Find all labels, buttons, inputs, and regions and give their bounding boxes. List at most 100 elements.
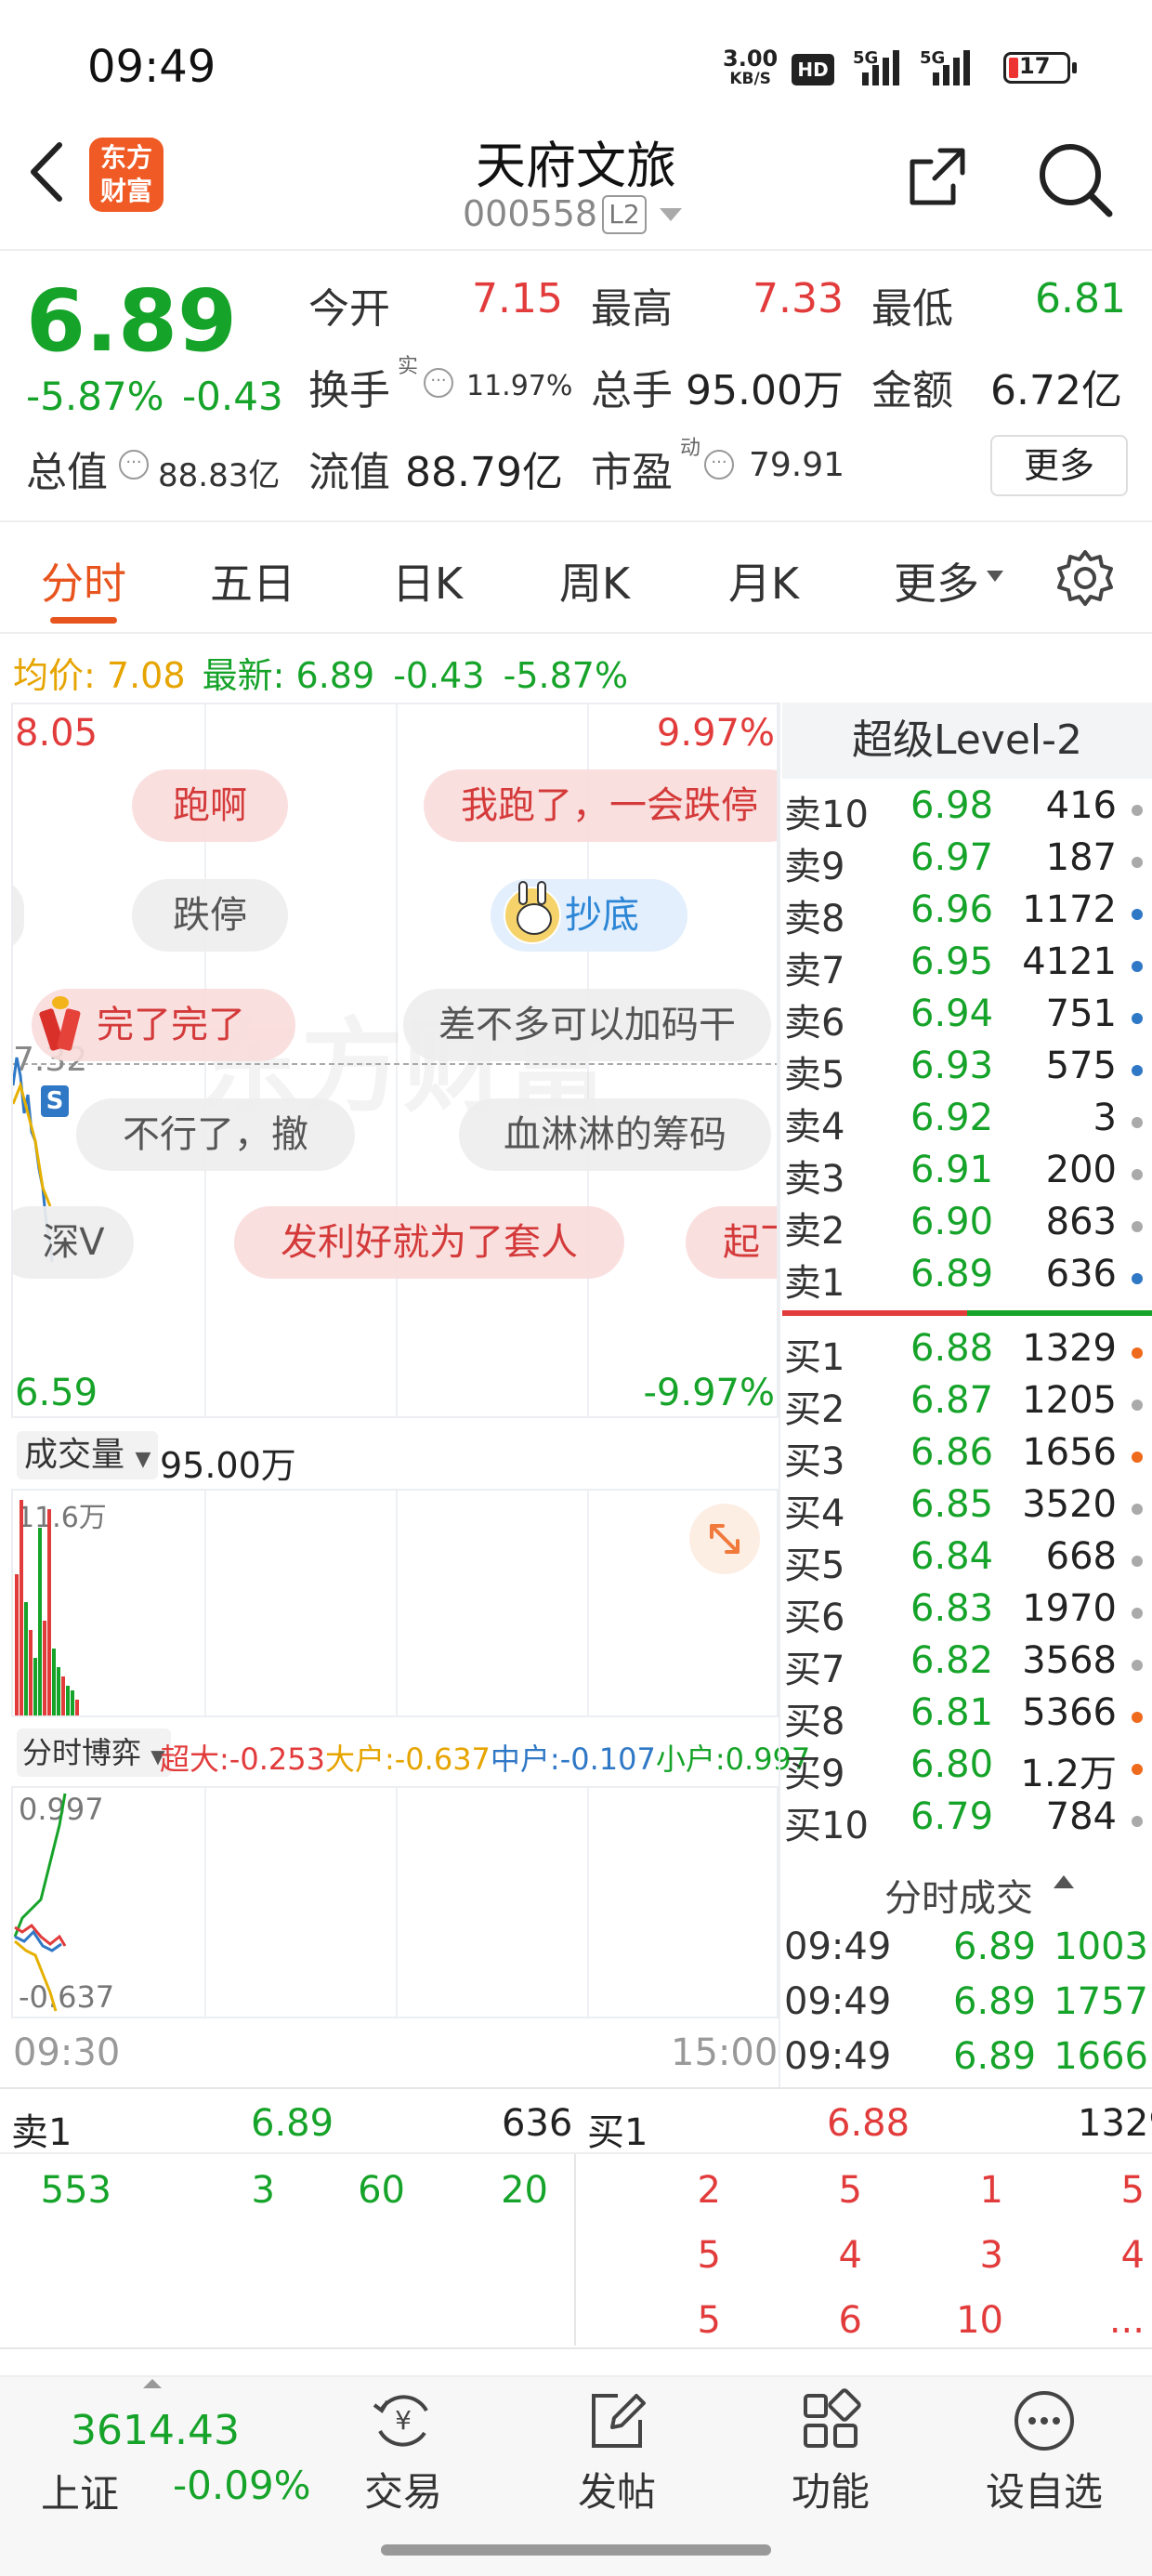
ask-price: 6.93 (910, 1045, 994, 1087)
bid-row[interactable]: 买1 6.88 1329 (782, 1323, 1152, 1379)
bid-price: 6.83 (910, 1587, 994, 1630)
expand-icon[interactable] (689, 1504, 760, 1574)
time-end: 15:00 (671, 2031, 779, 2074)
order-dot-icon (1132, 1816, 1143, 1827)
order-dot-icon (1132, 1452, 1143, 1463)
ask-row[interactable]: 卖10 6.98 416 (782, 781, 1152, 836)
trade-row: 09:49 6.89 1003 (782, 1924, 1152, 1978)
trade-row: 09:49 6.89 1666 (782, 2033, 1152, 2087)
chevron-down-icon[interactable] (660, 208, 682, 221)
ask-price: 6.95 (910, 940, 994, 983)
ask-bid-divider (782, 1310, 1152, 1316)
level2-title-bar[interactable]: 超级Level-2 (782, 703, 1152, 779)
ask-row[interactable]: 卖5 6.93 575 (782, 1041, 1152, 1097)
order-dot-icon (1132, 909, 1143, 920)
bid-row[interactable]: 买4 6.85 3520 (782, 1479, 1152, 1535)
game-chart[interactable]: 0.997 -0.637 (11, 1786, 779, 2018)
trade-price: 6.89 (953, 1925, 1037, 1968)
bid-label: 买5 (784, 1544, 845, 1587)
level2-badge[interactable]: L2 (602, 195, 647, 234)
ask-row[interactable]: 卖7 6.95 4121 (782, 937, 1152, 992)
info-icon[interactable]: ··· (119, 450, 149, 480)
ask-label: 卖10 (784, 794, 869, 836)
nav-functions[interactable]: 功能 (766, 2388, 896, 2517)
bid-volume: 784 (1045, 1795, 1117, 1838)
ask-row[interactable]: 卖1 6.89 636 (782, 1249, 1152, 1305)
tab-more[interactable]: 更多 (881, 550, 992, 611)
bid-row[interactable]: 买10 6.79 784 (782, 1792, 1152, 1847)
trades-header[interactable]: 分时成交 (782, 1849, 1152, 1924)
gear-icon[interactable] (1055, 548, 1115, 608)
bid-queue-order: 10 (956, 2299, 1003, 2342)
comment-bubble[interactable]: 不行了，撤 (76, 1098, 355, 1171)
tab-intraday[interactable]: 分时 (28, 550, 139, 611)
comment-bubble[interactable]: 差不多可以加码干 (403, 989, 771, 1061)
index-name[interactable]: 上证 (41, 2463, 119, 2519)
bid-row[interactable]: 买3 6.86 1656 (782, 1427, 1152, 1483)
bid-row[interactable]: 买8 6.81 5366 (782, 1688, 1152, 1743)
comment-bubble[interactable]: 跑啊 (132, 769, 288, 842)
index-change[interactable]: -0.09% (173, 2463, 311, 2508)
bid-row[interactable]: 买9 6.80 1.2万 (782, 1740, 1152, 1795)
bid-volume: 1656 (1022, 1431, 1117, 1474)
tab-weekly-k[interactable]: 周K (539, 550, 650, 611)
home-indicator[interactable] (381, 2544, 771, 2556)
change-percent: -5.87% (26, 374, 164, 419)
bid-queue-order: 1 (979, 2169, 1003, 2212)
queue-ask-label: 卖1 (11, 2111, 72, 2154)
share-icon[interactable] (901, 141, 975, 216)
comment-bubble[interactable]: 血淋淋的筹码 (459, 1098, 771, 1171)
bid-row[interactable]: 买2 6.87 1205 (782, 1375, 1152, 1431)
bid-row[interactable]: 买5 6.84 668 (782, 1531, 1152, 1587)
intraday-chart[interactable]: 东方财富 8.05 9.97% 7.32 6.59 -9.97% S 跑啊 我跑… (11, 703, 779, 1418)
search-icon[interactable] (1033, 138, 1117, 221)
info-icon[interactable]: ··· (424, 368, 453, 398)
volume-total: 95.00万 (160, 1445, 296, 1486)
avg-price-line: 均价: 7.08 最新: 6.89 -0.43 -5.87% (13, 655, 629, 696)
queue-bid-price: 6.88 (827, 2102, 910, 2145)
tab-daily-k[interactable]: 日K (372, 550, 483, 611)
comment-bubble[interactable]: 深V (13, 1206, 134, 1279)
nav-trade[interactable]: ¥ 交易 (338, 2388, 468, 2517)
trade-time: 09:49 (784, 2035, 892, 2078)
firecracker-icon (38, 991, 85, 1056)
comment-bubble[interactable]: 跌停 (132, 879, 288, 952)
index-value[interactable]: 3614.43 (71, 2407, 240, 2454)
volume-selector[interactable]: 成交量 ▼ (17, 1431, 159, 1479)
app-logo: 东方 财富 (89, 138, 164, 212)
bid-price: 6.84 (910, 1535, 994, 1578)
ask-queue-order: 553 (40, 2169, 111, 2212)
ask-volume: 863 (1045, 1201, 1117, 1243)
time-start: 09:30 (13, 2031, 121, 2074)
chart-tabs: 分时 五日 日K 周K 月K 更多 (0, 524, 1152, 634)
bid-row[interactable]: 买6 6.83 1970 (782, 1584, 1152, 1639)
more-button[interactable]: 更多 (990, 435, 1128, 496)
order-dot-icon (1132, 1608, 1143, 1619)
info-icon[interactable]: ··· (704, 450, 734, 480)
order-book[interactable]: 卖10 6.98 416 卖9 6.97 187 卖8 6.96 1172 卖7 6.95 4121 卖… (782, 777, 1152, 1855)
trade-icon: ¥ (371, 2388, 436, 2453)
nav-watchlist[interactable]: 设自选 (979, 2388, 1109, 2517)
ask-row[interactable]: 卖6 6.94 751 (782, 989, 1152, 1045)
tab-five-day[interactable]: 五日 (197, 550, 308, 611)
comment-bubble[interactable]: 起飞 (686, 1206, 777, 1279)
ask-row[interactable]: 卖8 6.96 1172 (782, 885, 1152, 940)
nav-post[interactable]: 发帖 (552, 2388, 682, 2517)
chevron-up-icon (143, 2379, 162, 2388)
ask-row[interactable]: 卖3 6.91 200 (782, 1145, 1152, 1201)
game-legend: 超大:-0.253大户:-0.637中户:-0.107小户:0.997 (160, 1741, 811, 1777)
comment-bubble[interactable]: 发利好就为了套人 (234, 1206, 624, 1279)
ask-row[interactable]: 卖4 6.92 3 (782, 1093, 1152, 1149)
bid-queue-order: 4 (838, 2234, 862, 2277)
comment-bubble[interactable]: 我跑了，一会跌停 (424, 769, 777, 842)
ask-row[interactable]: 卖2 6.90 863 (782, 1197, 1152, 1253)
game-selector[interactable]: 分时博弈 ▼ (17, 1728, 171, 1777)
tab-monthly-k[interactable]: 月K (708, 550, 819, 611)
ask-label: 卖4 (784, 1106, 845, 1149)
signal-icon-1: 5G (853, 48, 909, 85)
volume-chart[interactable]: 11.6万 (11, 1489, 779, 1717)
bid-row[interactable]: 买7 6.82 3568 (782, 1636, 1152, 1691)
sell-marker[interactable]: S (41, 1085, 69, 1117)
ask-row[interactable]: 卖9 6.97 187 (782, 833, 1152, 888)
order-dot-icon (1132, 1556, 1143, 1567)
